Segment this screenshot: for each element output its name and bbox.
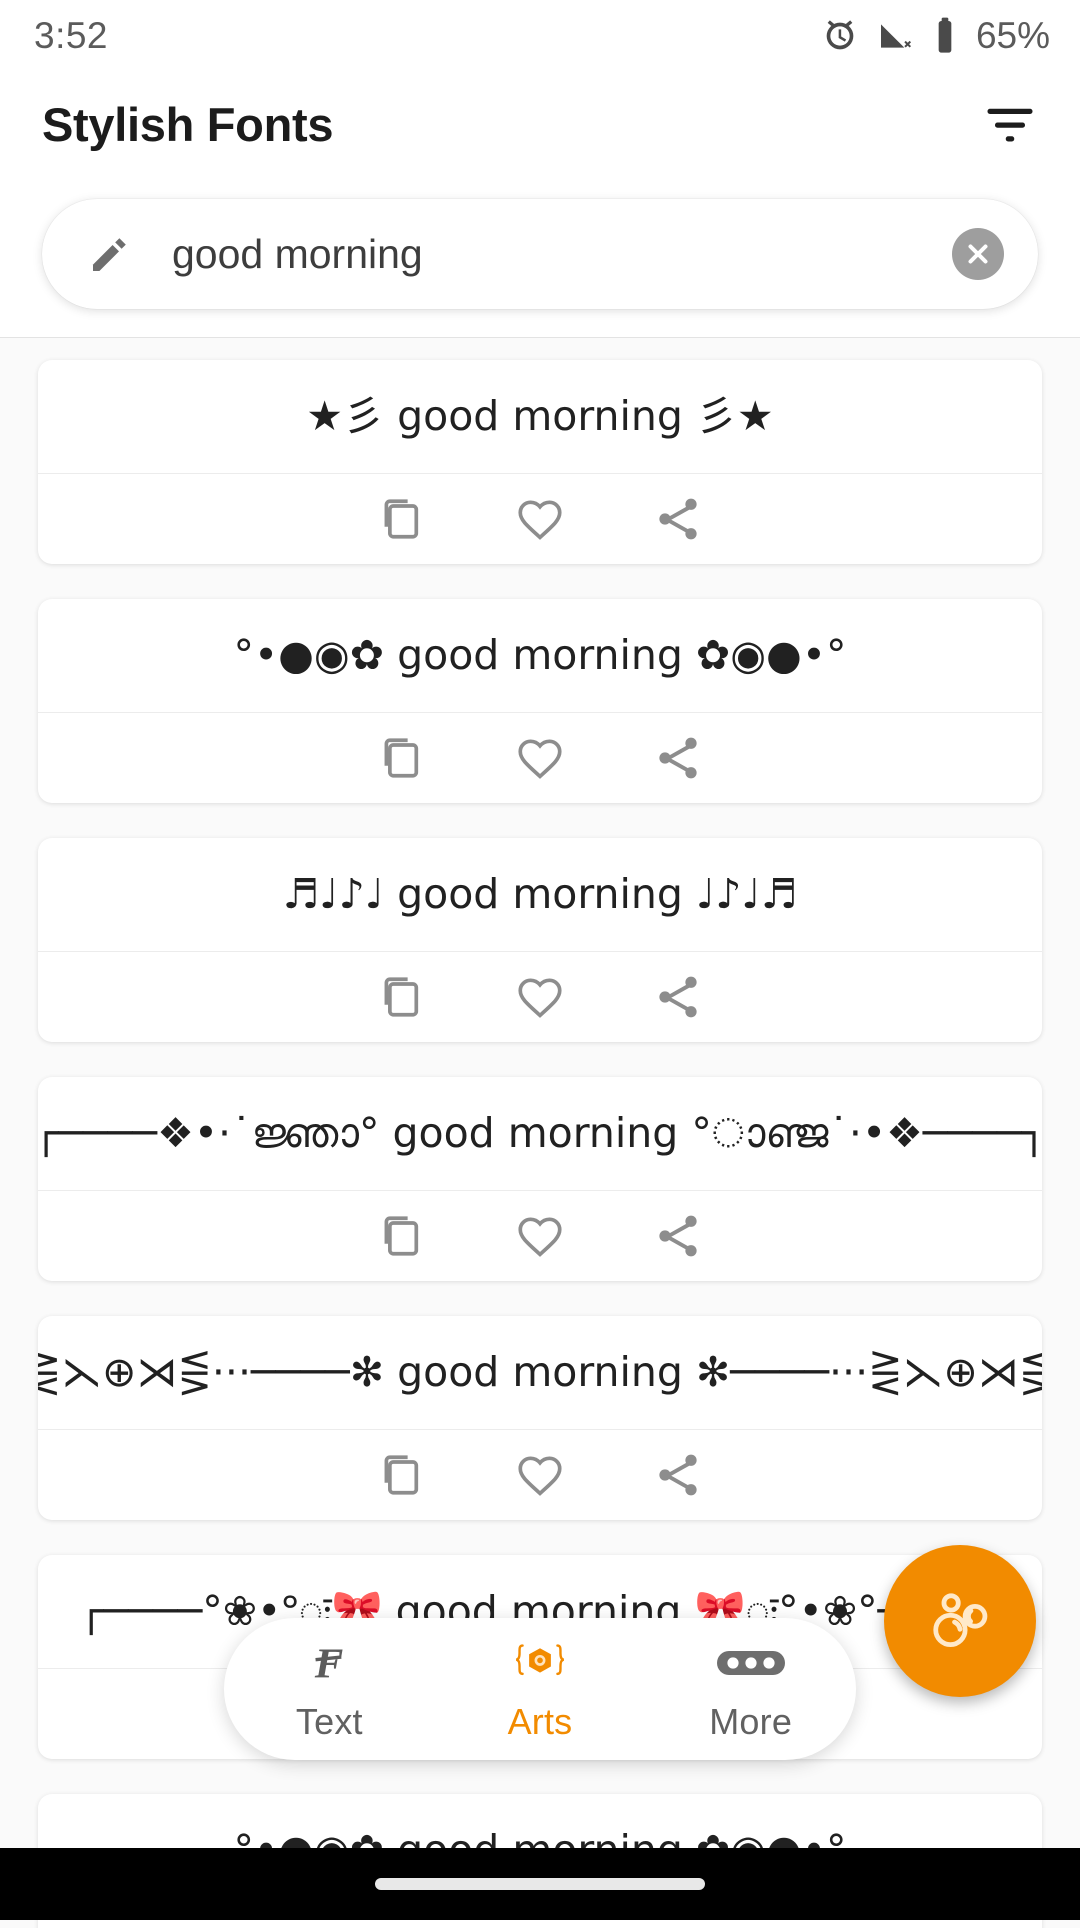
status-icons: 65% [820,15,1050,57]
share-icon[interactable] [652,971,704,1023]
copy-icon[interactable] [376,1449,428,1501]
card-actions [38,952,1042,1042]
bubbles-fab-button[interactable] [884,1545,1036,1697]
pencil-icon [86,230,134,278]
card-actions [38,1430,1042,1520]
page-title: Stylish Fonts [42,98,334,151]
search-section: good morning [0,177,1080,337]
tab-arts[interactable]: Arts [450,1635,630,1743]
script-f-icon: F [302,1635,356,1691]
filter-list-icon[interactable] [980,95,1040,155]
heart-icon[interactable] [514,1210,566,1262]
copy-icon[interactable] [376,971,428,1023]
signal-off-icon [876,16,916,56]
list-item[interactable]: °•●◉✿ good morning ✿◉●•° [38,599,1042,803]
svg-text:F: F [314,1641,344,1688]
card-actions [38,1191,1042,1281]
hexagon-braces-icon [503,1635,577,1691]
gesture-pill[interactable] [375,1878,705,1890]
search-input[interactable]: good morning [42,199,1038,309]
heart-icon[interactable] [514,732,566,784]
list-item[interactable]: ★彡 good morning 彡★ [38,360,1042,564]
battery-percent: 65% [975,15,1050,56]
tab-more[interactable]: More [661,1635,841,1743]
list-item[interactable]: ♬♩♪♩ good morning ♩♪♩♬ [38,838,1042,1042]
bubbles-icon [919,1578,1001,1665]
styled-text[interactable]: ⋛⋋⊕⋊⋚···────✻ good morning ✻────···⋛⋋⊕⋊⋚ [38,1316,1042,1429]
card-actions [38,474,1042,564]
tab-label: More [709,1701,793,1742]
heart-icon[interactable] [514,1449,566,1501]
share-icon[interactable] [652,1449,704,1501]
tab-label: Arts [507,1701,573,1742]
tab-text[interactable]: F Text [239,1635,419,1743]
status-bar: 3:52 65% [0,0,1080,72]
styled-text[interactable]: °•●◉✿ good morning ✿◉●•° [38,599,1042,712]
status-time: 3:52 [34,15,109,56]
heart-icon[interactable] [514,493,566,545]
list-item[interactable]: ⋛⋋⊕⋊⋚···────✻ good morning ✻────···⋛⋋⊕⋊⋚ [38,1316,1042,1520]
share-icon[interactable] [652,732,704,784]
system-gesture-bar [0,1848,1080,1920]
styled-text[interactable]: ♬♩♪♩ good morning ♩♪♩♬ [38,838,1042,951]
copy-icon[interactable] [376,493,428,545]
bottom-navigation: F Text Arts More [224,1618,856,1760]
three-dots-pill-icon [713,1635,789,1691]
share-icon[interactable] [652,493,704,545]
copy-icon[interactable] [376,1210,428,1262]
styled-text[interactable]: ★彡 good morning 彡★ [38,360,1042,473]
share-icon[interactable] [652,1210,704,1262]
list-item[interactable]: ┌────❖•·˙ജ്ഞാ° good morning °ാഞ്ജ˙·•❖───… [38,1077,1042,1281]
styled-text[interactable]: ┌────❖•·˙ജ്ഞാ° good morning °ാഞ്ജ˙·•❖───… [38,1077,1042,1190]
battery-icon [932,16,958,56]
tab-label: Text [295,1701,363,1742]
card-actions [38,713,1042,803]
alarm-icon [820,16,860,56]
app-bar: Stylish Fonts [0,72,1080,177]
close-circle-icon[interactable] [952,228,1004,280]
copy-icon[interactable] [376,732,428,784]
heart-icon[interactable] [514,971,566,1023]
search-value[interactable]: good morning [172,231,952,278]
